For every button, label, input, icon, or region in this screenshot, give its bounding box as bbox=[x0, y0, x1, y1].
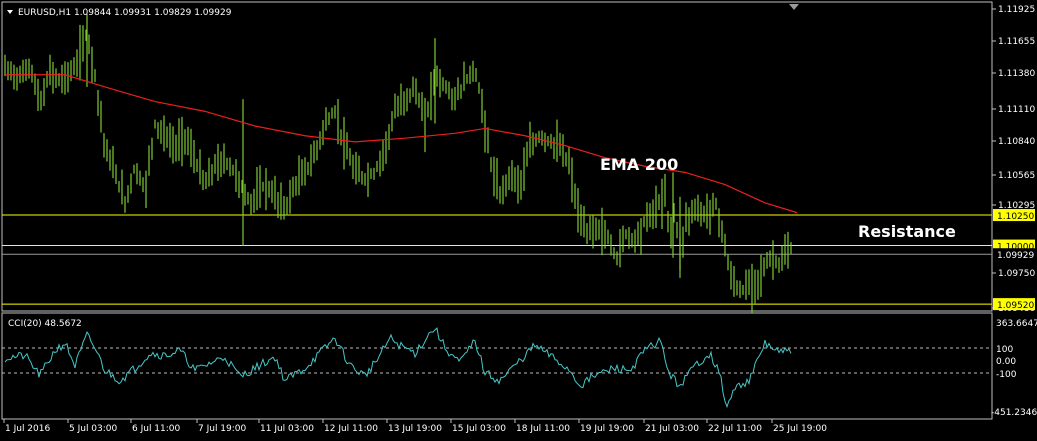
cci-scale-top: 363.6647 bbox=[996, 319, 1037, 329]
time-tick-label: 5 Jul 03:00 bbox=[69, 424, 118, 434]
ema-annotation: EMA 200 bbox=[600, 155, 678, 174]
price-tick-label: 1.10565 bbox=[998, 171, 1035, 181]
price-tick-label: 1.11655 bbox=[998, 37, 1035, 47]
current-price-label: 1.09929 bbox=[997, 251, 1034, 261]
resistance-annotation: Resistance bbox=[858, 222, 956, 241]
price-panel[interactable] bbox=[1, 1, 993, 312]
price-tick-label: 1.11380 bbox=[998, 69, 1035, 79]
time-tick-label: 11 Jul 03:00 bbox=[260, 424, 314, 434]
cci-level-0: 0.00 bbox=[996, 357, 1016, 367]
cci-level-100: 100 bbox=[996, 345, 1013, 355]
time-tick-label: 1 Jul 2016 bbox=[5, 424, 50, 434]
time-tick-label: 15 Jul 03:00 bbox=[452, 424, 506, 434]
time-tick-label: 25 Jul 19:00 bbox=[773, 424, 827, 434]
time-tick-label: 6 Jul 11:00 bbox=[132, 424, 181, 434]
symbol-info: EURUSD,H1 1.09844 1.09931 1.09829 1.0992… bbox=[18, 8, 232, 18]
time-tick-label: 22 Jul 11:00 bbox=[708, 424, 762, 434]
time-tick-label: 18 Jul 11:00 bbox=[516, 424, 570, 434]
price-tick-label: 1.10840 bbox=[998, 137, 1035, 147]
time-tick-label: 13 Jul 19:00 bbox=[388, 424, 442, 434]
time-tick-label: 7 Jul 19:00 bbox=[198, 424, 247, 434]
time-tick-label: 21 Jul 03:00 bbox=[645, 424, 699, 434]
cci-panel[interactable] bbox=[1, 312, 993, 420]
price-tick-label: 1.11110 bbox=[998, 105, 1035, 115]
price-tick-label: 1.09750 bbox=[998, 269, 1035, 279]
price-tick-label: 1.11925 bbox=[998, 5, 1035, 15]
cci-scale-bottom: -451.2346 bbox=[991, 408, 1037, 418]
level-label-0: 1.10250 bbox=[997, 212, 1034, 222]
cci-label: CCI(20) 48.5672 bbox=[8, 319, 82, 329]
level-label-2: 1.09520 bbox=[997, 301, 1034, 311]
time-tick-label: 12 Jul 11:00 bbox=[324, 424, 378, 434]
cci-level-minus-100: -100 bbox=[996, 370, 1017, 380]
time-tick-label: 19 Jul 19:00 bbox=[580, 424, 634, 434]
trading-chart[interactable]: 1.11925 1.11655 1.11380 1.11110 1.10840 1.105… bbox=[0, 0, 1037, 441]
